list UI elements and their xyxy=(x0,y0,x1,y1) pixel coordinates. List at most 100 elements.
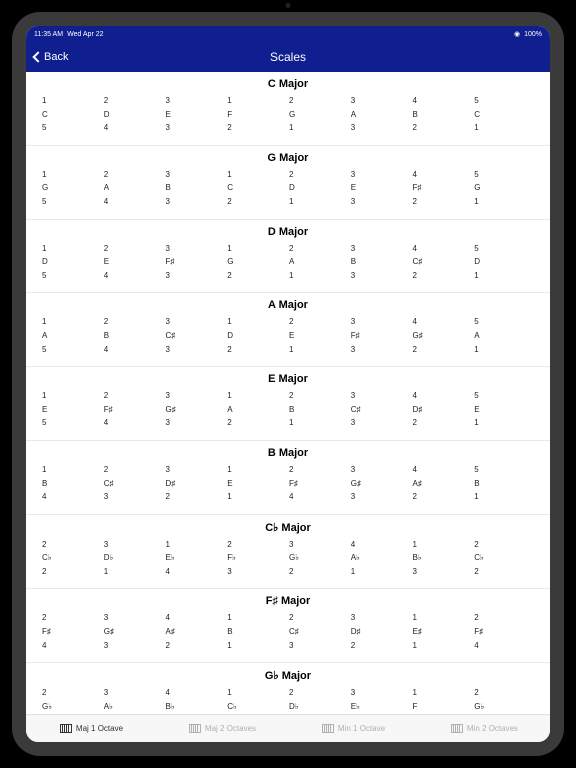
scale-cell: F xyxy=(413,700,475,714)
scale-row: 23412312 xyxy=(40,686,536,700)
scale-cell: 2 xyxy=(104,463,166,477)
scale-cell: 2 xyxy=(40,538,104,552)
scale-cell: F♯ xyxy=(413,181,475,195)
scale-cell: 3 xyxy=(166,168,228,182)
scale-cell: 4 xyxy=(351,538,413,552)
piano-icon xyxy=(451,724,463,733)
scale-cell: 3 xyxy=(351,269,413,283)
scale-cell: 2 xyxy=(40,565,104,579)
scale-cell: 1 xyxy=(40,168,104,182)
scale-cell: 2 xyxy=(104,315,166,329)
scale-cell: 3 xyxy=(351,389,413,403)
scale-cell: 5 xyxy=(40,121,104,135)
scale-cell: 3 xyxy=(166,242,228,256)
scale-block: F♯ Major23412312F♯G♯A♯BC♯D♯E♯F♯43213214 xyxy=(26,589,550,663)
scale-cell: 5 xyxy=(40,269,104,283)
scale-cell: A xyxy=(474,329,536,343)
scale-cell: 1 xyxy=(227,611,289,625)
scale-cell: 4 xyxy=(104,416,166,430)
scale-cell: 3 xyxy=(104,639,166,653)
scale-cell: 2 xyxy=(104,242,166,256)
scale-cell: 3 xyxy=(351,490,413,504)
scale-cell: 2 xyxy=(104,94,166,108)
scale-cell: E xyxy=(104,255,166,269)
scale-cell: E xyxy=(351,181,413,195)
scale-cell: 2 xyxy=(413,490,475,504)
scale-row: BC♯D♯EF♯G♯A♯B xyxy=(40,477,536,491)
tab-min-1-octave[interactable]: Min 1 Octave xyxy=(288,724,419,733)
scale-row: 43214321 xyxy=(40,490,536,504)
scale-cell: 5 xyxy=(40,343,104,357)
scale-cell: 2 xyxy=(289,611,351,625)
scale-cell: 4 xyxy=(413,94,475,108)
tab-maj-1-octave[interactable]: Maj 1 Octave xyxy=(26,724,157,733)
scale-cell: G♯ xyxy=(104,625,166,639)
scale-cell: 4 xyxy=(40,639,104,653)
tab-maj-2-octaves[interactable]: Maj 2 Octaves xyxy=(157,724,288,733)
scale-cell: B xyxy=(351,255,413,269)
scale-cell: 1 xyxy=(289,343,351,357)
scale-cell: F♯ xyxy=(40,625,104,639)
scale-cell: 1 xyxy=(40,389,104,403)
scale-cell: 2 xyxy=(289,94,351,108)
scale-cell: 2 xyxy=(104,389,166,403)
scale-cell: 2 xyxy=(166,490,228,504)
scale-cell: 3 xyxy=(351,463,413,477)
scale-cell: G♯ xyxy=(413,329,475,343)
scale-cell: 3 xyxy=(166,195,228,209)
scale-cell: 2 xyxy=(40,686,104,700)
scale-cell: 2 xyxy=(413,416,475,430)
scale-row: 12312345 xyxy=(40,94,536,108)
scale-cell: 1 xyxy=(474,343,536,357)
scale-cell: 3 xyxy=(351,168,413,182)
scale-cell: 2 xyxy=(227,121,289,135)
scale-cell: C♯ xyxy=(166,329,228,343)
back-button[interactable]: Back xyxy=(34,51,68,63)
scale-block: G♭ Major23412312G♭A♭B♭C♭D♭E♭FG♭ xyxy=(26,663,550,714)
screen: 11:35 AM Wed Apr 22 ◉ 100% Back Scales C… xyxy=(26,26,550,742)
status-time: 11:35 AM xyxy=(34,31,63,38)
scale-cell: 2 xyxy=(289,389,351,403)
scale-cell: E xyxy=(474,403,536,417)
scale-cell: C♯ xyxy=(351,403,413,417)
scale-cell: 5 xyxy=(474,94,536,108)
scales-list[interactable]: C Major12312345CDEFGABC54321321G Major12… xyxy=(26,72,550,714)
scale-cell: 1 xyxy=(474,490,536,504)
tab-label: Min 1 Octave xyxy=(338,724,385,733)
scale-cell: D♭ xyxy=(289,700,351,714)
scale-cell: 3 xyxy=(227,565,289,579)
scale-cell: E xyxy=(166,108,228,122)
scale-cell: 3 xyxy=(166,269,228,283)
scale-cell: 2 xyxy=(474,538,536,552)
scale-block: E Major12312345EF♯G♯ABC♯D♯E54321321 xyxy=(26,367,550,441)
scale-cell: F xyxy=(227,108,289,122)
navbar: Back Scales xyxy=(26,42,550,72)
scale-cell: F♭ xyxy=(227,551,289,565)
scale-cell: 1 xyxy=(40,463,104,477)
scale-cell: 1 xyxy=(40,315,104,329)
scale-cell: 3 xyxy=(104,686,166,700)
scale-row: 54321321 xyxy=(40,416,536,430)
tab-min-2-octaves[interactable]: Min 2 Octaves xyxy=(419,724,550,733)
scale-cell: 3 xyxy=(351,242,413,256)
scale-cell: B♭ xyxy=(166,700,228,714)
scale-cell: B xyxy=(166,181,228,195)
scale-row: 12312345 xyxy=(40,389,536,403)
scale-cell: D xyxy=(104,108,166,122)
scale-cell: C xyxy=(474,108,536,122)
scale-cell: 4 xyxy=(166,565,228,579)
scale-cell: 3 xyxy=(104,538,166,552)
scale-cell: 1 xyxy=(227,94,289,108)
scale-cell: A xyxy=(104,181,166,195)
scale-row: 43213214 xyxy=(40,639,536,653)
scale-title: C♭ Major xyxy=(40,521,536,534)
scale-cell: D xyxy=(227,329,289,343)
scale-cell: 3 xyxy=(166,315,228,329)
scale-cell: C♯ xyxy=(289,625,351,639)
piano-icon xyxy=(60,724,72,733)
scale-cell: 2 xyxy=(227,416,289,430)
scale-cell: 2 xyxy=(413,343,475,357)
scale-cell: G xyxy=(474,181,536,195)
scale-cell: 4 xyxy=(413,315,475,329)
scale-cell: 1 xyxy=(289,269,351,283)
